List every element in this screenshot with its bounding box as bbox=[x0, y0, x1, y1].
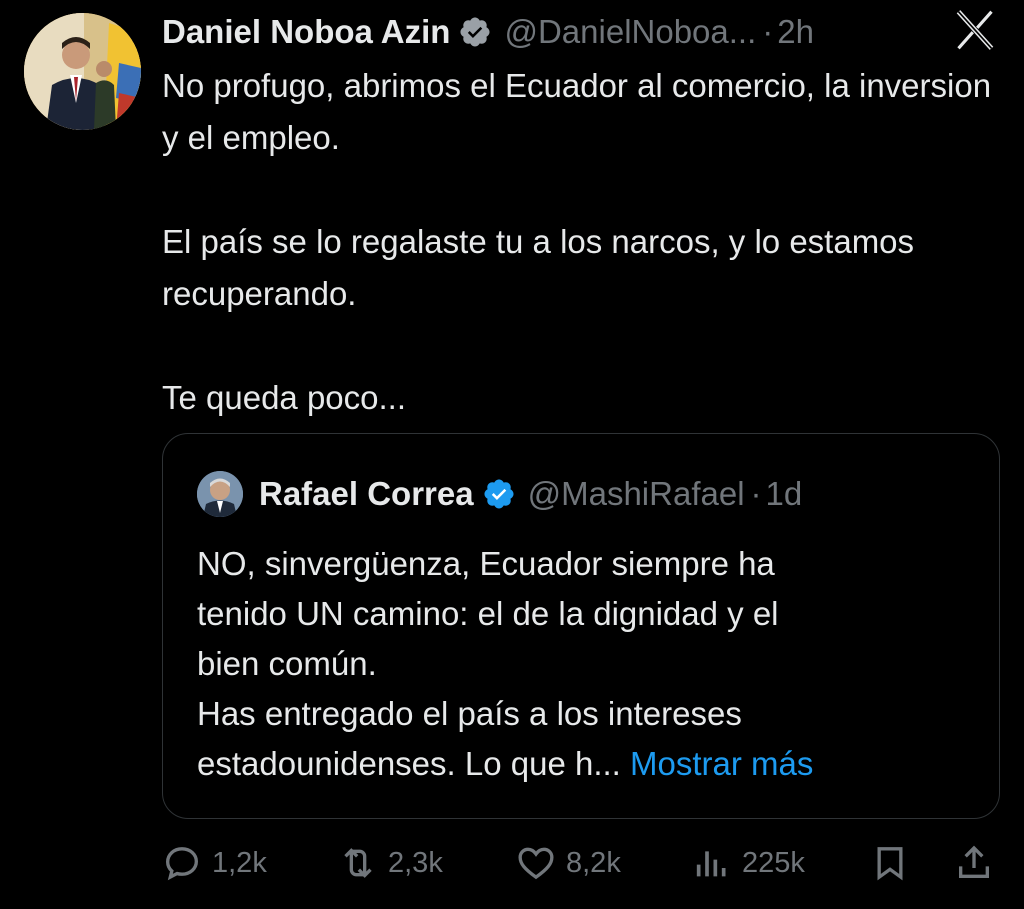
quoted-author-handle[interactable]: @MashiRafael bbox=[528, 472, 745, 516]
reply-button[interactable]: 1,2k bbox=[162, 838, 267, 888]
quoted-line: NO, sinvergüenza, Ecuador siempre ha bbox=[197, 545, 775, 582]
quoted-line-text: estadounidenses. Lo que h... bbox=[197, 745, 621, 782]
share-button[interactable] bbox=[954, 838, 1004, 888]
verified-badge-icon bbox=[484, 479, 514, 509]
share-icon bbox=[959, 845, 989, 878]
views-chart-icon bbox=[696, 851, 726, 877]
bookmark-button[interactable] bbox=[870, 838, 920, 888]
tweet-paragraph: Te queda poco... bbox=[162, 379, 407, 416]
tweet-paragraph: No profugo, abrimos el Ecuador al comerc… bbox=[162, 67, 992, 156]
author-avatar[interactable] bbox=[24, 13, 141, 130]
x-logo-icon bbox=[956, 10, 994, 50]
quoted-line: tenido UN camino: el de la dignidad y el bbox=[197, 595, 779, 632]
quoted-timestamp[interactable]: 1d bbox=[766, 472, 803, 516]
quoted-line: Has entregado el país a los intereses bbox=[197, 695, 742, 732]
like-count: 8,2k bbox=[566, 847, 621, 879]
reply-count: 1,2k bbox=[212, 847, 267, 879]
repost-button[interactable]: 2,3k bbox=[338, 838, 443, 888]
profile-photo bbox=[24, 13, 141, 130]
header-separator: · bbox=[762, 13, 774, 50]
tweet-text: No profugo, abrimos el Ecuador al comerc… bbox=[162, 60, 1002, 424]
show-more-link[interactable]: Mostrar más bbox=[621, 745, 813, 782]
bookmark-icon bbox=[877, 847, 903, 881]
quoted-author-avatar[interactable] bbox=[197, 471, 243, 517]
quoted-line: bien común. bbox=[197, 645, 377, 682]
repost-icon bbox=[344, 848, 372, 878]
action-bar: 1,2k 2,3k 8,2k 225k bbox=[162, 838, 1002, 888]
repost-count: 2,3k bbox=[388, 847, 443, 879]
quoted-tweet-text: NO, sinvergüenza, Ecuador siempre ha ten… bbox=[197, 539, 987, 789]
tweet-header: Daniel Noboa Azin @DanielNoboa... · 2h bbox=[162, 10, 814, 54]
quoted-tweet-card[interactable]: Rafael Correa @MashiRafael · 1d NO, sinv… bbox=[162, 433, 1000, 819]
profile-photo bbox=[197, 471, 243, 517]
quoted-line: estadounidenses. Lo que h... Mostrar más bbox=[197, 739, 987, 789]
reply-icon bbox=[165, 847, 199, 881]
tweet: Daniel Noboa Azin @DanielNoboa... · 2h N… bbox=[0, 0, 1024, 909]
author-name[interactable]: Daniel Noboa Azin bbox=[162, 10, 450, 54]
quoted-author-name[interactable]: Rafael Correa bbox=[259, 472, 474, 516]
like-button[interactable]: 8,2k bbox=[516, 838, 621, 888]
quoted-tweet-header: Rafael Correa @MashiRafael · 1d bbox=[197, 471, 803, 517]
heart-icon bbox=[518, 847, 554, 880]
tweet-paragraph: El país se lo regalaste tu a los narcos,… bbox=[162, 223, 915, 312]
tweet-timestamp[interactable]: 2h bbox=[777, 10, 814, 54]
header-separator: · bbox=[750, 475, 762, 512]
verified-badge-icon bbox=[460, 17, 490, 47]
views-count: 225k bbox=[742, 847, 805, 879]
author-handle[interactable]: @DanielNoboa... bbox=[504, 10, 756, 54]
views-button[interactable]: 225k bbox=[692, 838, 805, 888]
